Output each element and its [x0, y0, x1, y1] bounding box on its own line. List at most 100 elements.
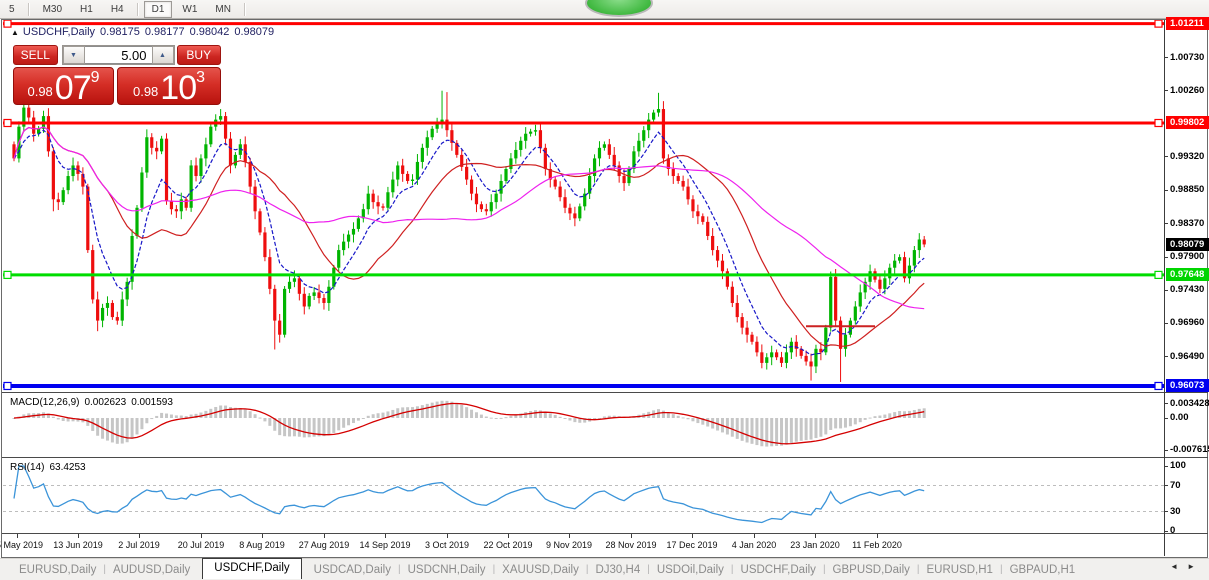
rsi-axis-label: 70	[1170, 479, 1181, 492]
date-axis-tick	[385, 534, 386, 538]
date-axis-label: 3 Oct 2019	[425, 540, 469, 550]
price-axis-tick	[1164, 257, 1168, 258]
price-axis-border	[1164, 20, 1165, 556]
date-axis-tick	[569, 534, 570, 538]
sell-button[interactable]: SELL	[13, 45, 58, 65]
tab-usdchf-daily[interactable]: USDCHF,Daily	[734, 564, 823, 576]
price-axis-label: 0.98850	[1170, 183, 1204, 196]
price-axis-label: 0.99320	[1170, 150, 1204, 163]
date-axis-label: 9 Nov 2019	[546, 540, 592, 550]
price-axis-tick	[1164, 57, 1168, 58]
price-badge-0.96073: 0.96073	[1166, 379, 1209, 392]
collapse-arrow-icon[interactable]: ▲	[11, 28, 19, 37]
date-axis-label: 8 Aug 2019	[239, 540, 285, 550]
timeframe-button-h4[interactable]: H4	[103, 1, 132, 18]
tab-audusd-daily[interactable]: AUDUSD,Daily	[106, 564, 197, 576]
buy-price-button[interactable]: 0.98 10 3	[117, 67, 221, 105]
rsi-axis-label: 30	[1170, 505, 1181, 518]
price-axis-label: 0.97900	[1170, 250, 1204, 263]
date-axis-label: 23 Jan 2020	[790, 540, 840, 550]
tab-scroll-arrows: ◄►	[1170, 562, 1204, 571]
toolbar-separator	[244, 3, 246, 16]
date-axis-tick	[17, 534, 18, 538]
sell-price-prefix: 0.98	[27, 84, 52, 99]
buy-price-pip: 3	[196, 69, 205, 87]
sell-price-button[interactable]: 0.98 07 9	[13, 67, 114, 105]
ohlc-close: 0.98079	[234, 26, 274, 38]
macd-indicator-canvas[interactable]	[3, 394, 1164, 457]
rsi-label: RSI(14)63.4253	[10, 462, 86, 473]
price-axis-tick	[1164, 190, 1168, 191]
price-axis-tick	[1164, 156, 1168, 157]
rsi-axis-tick	[1164, 531, 1168, 532]
chart-title: ▲USDCHF,Daily0.981750.981770.980420.9807…	[11, 26, 279, 38]
tab-usdcad-daily[interactable]: USDCAD,Daily	[307, 564, 398, 576]
date-axis-label: 11 Feb 2020	[852, 540, 902, 550]
timeframe-button-5[interactable]: 5	[1, 1, 23, 18]
toolbar-separator	[137, 3, 139, 16]
tab-eurusd-daily[interactable]: EURUSD,Daily	[12, 564, 103, 576]
date-axis-tick	[324, 534, 325, 538]
tab-xauusd-daily[interactable]: XAUUSD,Daily	[495, 564, 586, 576]
timeframe-button-m30[interactable]: M30	[35, 1, 70, 18]
rsi-axis-tick	[1164, 485, 1168, 486]
date-axis-label: 27 Aug 2019	[299, 540, 350, 550]
pane-separator	[2, 533, 1208, 534]
timeframe-button-w1[interactable]: W1	[174, 1, 205, 18]
tab-usdcnh-daily[interactable]: USDCNH,Daily	[401, 564, 493, 576]
date-axis-tick	[692, 534, 693, 538]
ohlc-high: 0.98177	[145, 26, 185, 38]
timeframe-button-mn[interactable]: MN	[207, 1, 239, 18]
rsi-axis-label: 0	[1170, 524, 1175, 537]
tab-usdoil-daily[interactable]: USDOil,Daily	[650, 564, 731, 576]
sell-price-main: 07	[55, 75, 91, 101]
rsi-indicator-canvas[interactable]	[3, 459, 1164, 533]
one-click-trading-panel: SELL ▼ ▲ BUY 0.98 07 9 0.98 10 3	[13, 45, 221, 105]
date-axis-label: 17 Dec 2019	[666, 540, 717, 550]
macd-axis-label: -0.007615	[1170, 443, 1209, 456]
date-axis-label: 2 Jul 2019	[118, 540, 160, 550]
ohlc-low: 0.98042	[190, 26, 230, 38]
date-axis-label: 28 Nov 2019	[605, 540, 656, 550]
buy-price-prefix: 0.98	[133, 84, 158, 99]
price-axis-tick	[1164, 90, 1168, 91]
tab-scroll-right-icon[interactable]: ►	[1187, 562, 1204, 571]
date-axis-label: 25 May 2019	[0, 540, 43, 550]
macd-axis-label: 0.003428	[1170, 397, 1209, 410]
date-axis-tick	[447, 534, 448, 538]
pane-separator[interactable]	[2, 457, 1208, 458]
volume-stepper: ▼ ▲	[62, 45, 175, 65]
tab-gbpaud-h1[interactable]: GBPAUD,H1	[1003, 564, 1083, 576]
price-axis-label: 0.98370	[1170, 217, 1204, 230]
price-badge-1.01211: 1.01211	[1166, 17, 1209, 30]
price-axis-tick	[1164, 290, 1168, 291]
symbol-tab-bar: EURUSD,Daily|AUDUSD,DailyUSDCHF,DailyUSD…	[0, 558, 1209, 580]
volume-input[interactable]	[85, 46, 152, 64]
price-axis-label: 1.00730	[1170, 51, 1204, 64]
price-axis-label: 0.96490	[1170, 350, 1204, 363]
rsi-axis-tick	[1164, 511, 1168, 512]
price-badge-0.98079: 0.98079	[1166, 238, 1209, 251]
tab-dj30-h4[interactable]: DJ30,H4	[588, 564, 647, 576]
date-axis-tick	[754, 534, 755, 538]
timeframe-button-d1[interactable]: D1	[144, 1, 173, 18]
sell-price-pip: 9	[91, 69, 100, 87]
macd-value-main: 0.002623	[84, 397, 126, 408]
price-axis-label: 0.97430	[1170, 283, 1204, 296]
volume-increase-icon[interactable]: ▲	[152, 46, 174, 64]
tab-gbpusd-daily[interactable]: GBPUSD,Daily	[826, 564, 917, 576]
rsi-value: 63.4253	[49, 462, 85, 473]
date-axis-tick	[78, 534, 79, 538]
pane-separator[interactable]	[2, 392, 1208, 393]
price-axis-label: 0.96960	[1170, 316, 1204, 329]
date-axis-tick	[201, 534, 202, 538]
tab-scroll-left-icon[interactable]: ◄	[1170, 562, 1187, 571]
rsi-axis-tick	[1164, 466, 1168, 467]
tab-eurusd-h1[interactable]: EURUSD,H1	[919, 564, 999, 576]
volume-decrease-icon[interactable]: ▼	[63, 46, 85, 64]
buy-price-main: 10	[160, 75, 196, 101]
macd-value-signal: 0.001593	[131, 397, 173, 408]
buy-button[interactable]: BUY	[177, 45, 222, 65]
timeframe-button-h1[interactable]: H1	[72, 1, 101, 18]
tab-usdchf-daily[interactable]: USDCHF,Daily	[202, 558, 301, 579]
